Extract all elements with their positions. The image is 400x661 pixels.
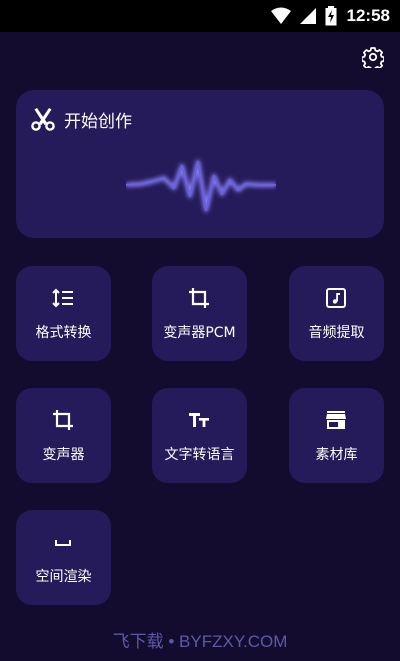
tile-label: 变声器PCM [163, 325, 236, 341]
music-note-icon [326, 288, 346, 308]
tile-label: 变声器 [42, 447, 85, 463]
tile-material-library[interactable]: 素材库 [289, 388, 384, 483]
tile-voice-changer[interactable]: 变声器 [16, 388, 111, 483]
status-bar: 12:58 [0, 0, 400, 32]
space-bar-icon [55, 540, 71, 546]
format-list-icon [52, 288, 73, 308]
tile-label: 文字转语言 [164, 447, 235, 463]
tile-text-to-speech[interactable]: 文字转语言 [152, 388, 247, 483]
gear-icon [361, 47, 385, 72]
tile-label: 音频提取 [308, 325, 365, 341]
status-time: 12:58 [346, 6, 390, 25]
hero-title-text: 开始创作 [64, 111, 132, 132]
status-icons: 12:58 [270, 6, 390, 26]
tile-format-convert[interactable]: 格式转换 [16, 266, 111, 361]
text-size-icon [189, 413, 209, 427]
audio-waveform [126, 160, 276, 212]
tile-label: 素材库 [315, 447, 358, 463]
store-icon [326, 411, 346, 429]
watermark-text: 飞下载 • BYFZXY.COM [112, 632, 288, 651]
wifi-icon [270, 7, 291, 24]
crop-icon [189, 288, 209, 308]
scissors-icon [31, 108, 55, 131]
hero-title: 开始创作 [30, 106, 132, 132]
tile-voice-changer-pcm[interactable]: 变声器PCM [152, 266, 247, 361]
tile-label: 空间渲染 [35, 569, 92, 585]
tile-audio-extract[interactable]: 音频提取 [289, 266, 384, 361]
battery-charging-icon [325, 6, 337, 26]
tile-spatial-render[interactable]: 空间渲染 [16, 510, 111, 605]
start-creating-card[interactable]: 开始创作 [16, 90, 384, 238]
signal-icon [299, 8, 316, 24]
crop-icon [53, 410, 73, 430]
tile-label: 格式转换 [35, 325, 92, 341]
settings-button[interactable] [361, 46, 385, 72]
